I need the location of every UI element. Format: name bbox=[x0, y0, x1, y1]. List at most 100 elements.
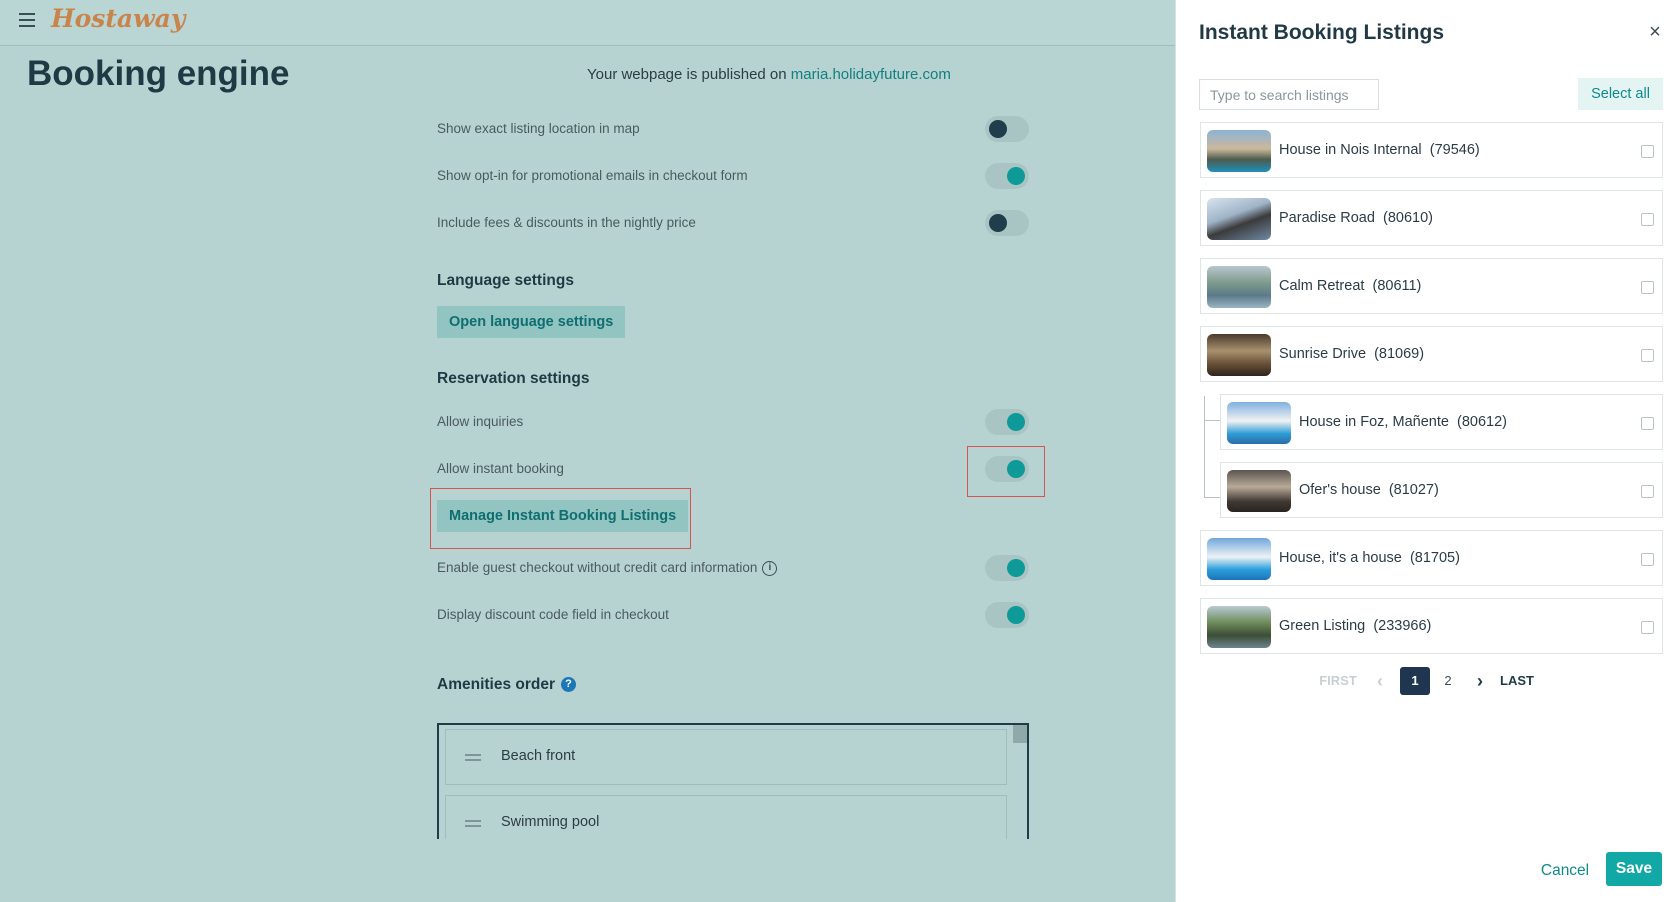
listing-row[interactable]: Green Listing (233966) bbox=[1200, 598, 1663, 654]
toggle-fees-nightly[interactable] bbox=[985, 210, 1029, 236]
instant-booking-toggle-highlight bbox=[967, 446, 1045, 497]
publish-note: Your webpage is published on maria.holid… bbox=[587, 66, 951, 83]
hostaway-logo: Hostaway bbox=[51, 4, 186, 33]
panel-title: Instant Booking Listings bbox=[1199, 21, 1444, 44]
pagination-prev-icon[interactable]: ‹ bbox=[1373, 667, 1387, 695]
listing-checkbox[interactable] bbox=[1641, 553, 1654, 566]
select-all-button[interactable]: Select all bbox=[1578, 78, 1663, 110]
toggle-knob bbox=[1007, 606, 1025, 624]
amenity-label: Beach front bbox=[501, 748, 576, 764]
toggle-knob bbox=[1007, 167, 1025, 185]
setting-label: Allow inquiries bbox=[437, 414, 524, 429]
listing-thumbnail bbox=[1207, 266, 1271, 308]
listing-name: House in Nois Internal (79546) bbox=[1279, 142, 1480, 158]
reservation-settings-title: Reservation settings bbox=[437, 370, 590, 387]
setting-row-exact-location: Show exact listing location in map bbox=[437, 116, 1029, 142]
listing-thumbnail bbox=[1207, 606, 1271, 648]
child-listing-row[interactable]: House in Foz, Mañente (80612) bbox=[1220, 394, 1663, 450]
help-icon[interactable]: ? bbox=[561, 677, 577, 693]
listing-row[interactable]: Sunrise Drive (81069) bbox=[1200, 326, 1663, 382]
listing-name: Green Listing (233966) bbox=[1279, 618, 1432, 634]
toggle-knob bbox=[989, 120, 1007, 138]
pagination-page-2[interactable]: 2 bbox=[1438, 667, 1458, 695]
setting-label: Show exact listing location in map bbox=[437, 121, 640, 136]
listing-checkbox[interactable] bbox=[1641, 485, 1654, 498]
listing-row[interactable]: Paradise Road (80610) bbox=[1200, 190, 1663, 246]
amenities-list: Beach front Swimming pool bbox=[437, 723, 1029, 839]
setting-label: Enable guest checkout without credit car… bbox=[437, 560, 778, 576]
listing-name: Ofer's house (81027) bbox=[1299, 482, 1439, 498]
listing-thumbnail bbox=[1227, 470, 1291, 512]
amenities-scrollbar[interactable] bbox=[1013, 725, 1027, 743]
listing-thumbnail bbox=[1207, 130, 1271, 172]
setting-row-fees-nightly: Include fees & discounts in the nightly … bbox=[437, 210, 1029, 236]
drag-handle-icon[interactable] bbox=[465, 754, 481, 761]
listing-thumbnail bbox=[1207, 198, 1271, 240]
listing-checkbox[interactable] bbox=[1641, 145, 1654, 158]
pagination: FIRST ‹ 1 2 › LAST bbox=[1318, 667, 1548, 695]
toggle-promo-optin[interactable] bbox=[985, 163, 1029, 189]
manage-button-highlight bbox=[430, 488, 691, 549]
pagination-page-1[interactable]: 1 bbox=[1400, 667, 1430, 695]
search-listings-input[interactable] bbox=[1199, 79, 1379, 110]
toggle-discount-code[interactable] bbox=[985, 602, 1029, 628]
listing-thumbnail bbox=[1207, 538, 1271, 580]
listing-name: House in Foz, Mañente (80612) bbox=[1299, 414, 1507, 430]
child-listing-row[interactable]: Ofer's house (81027) bbox=[1220, 462, 1663, 518]
booking-engine-page: Hostaway Booking engine Your webpage is … bbox=[0, 0, 1175, 902]
toggle-exact-location[interactable] bbox=[985, 116, 1029, 142]
top-bar: Hostaway bbox=[0, 0, 1175, 46]
amenities-order-title: Amenities order? bbox=[437, 676, 577, 694]
pagination-last[interactable]: LAST bbox=[1499, 667, 1535, 695]
save-button[interactable]: Save bbox=[1606, 852, 1662, 886]
drag-handle-icon[interactable] bbox=[465, 820, 481, 827]
listing-checkbox[interactable] bbox=[1641, 621, 1654, 634]
listing-checkbox[interactable] bbox=[1641, 281, 1654, 294]
toggle-guest-checkout[interactable] bbox=[985, 555, 1029, 581]
listing-name: Sunrise Drive (81069) bbox=[1279, 346, 1425, 362]
tree-connector bbox=[1204, 497, 1220, 498]
listing-thumbnail bbox=[1227, 402, 1291, 444]
info-icon[interactable]: i bbox=[762, 560, 778, 576]
toggle-knob bbox=[1007, 559, 1025, 577]
amenity-item[interactable]: Swimming pool bbox=[445, 795, 1007, 839]
publish-prefix: Your webpage is published on bbox=[587, 66, 787, 83]
guest-checkout-label: Enable guest checkout without credit car… bbox=[437, 560, 758, 575]
amenity-label: Swimming pool bbox=[501, 814, 600, 830]
amenity-item[interactable]: Beach front bbox=[445, 729, 1007, 785]
pagination-first[interactable]: FIRST bbox=[1318, 667, 1358, 695]
setting-row-discount-code: Display discount code field in checkout bbox=[437, 602, 1029, 628]
amenities-title-text: Amenities order bbox=[437, 676, 556, 693]
language-settings-title: Language settings bbox=[437, 272, 574, 289]
published-site-link[interactable]: maria.holidayfuture.com bbox=[791, 66, 951, 83]
tree-connector bbox=[1204, 420, 1220, 421]
toggle-allow-inquiries[interactable] bbox=[985, 409, 1029, 435]
toggle-knob bbox=[989, 214, 1007, 232]
toggle-knob bbox=[1007, 413, 1025, 431]
pagination-next-icon[interactable]: › bbox=[1473, 667, 1487, 695]
listing-name: Paradise Road (80610) bbox=[1279, 210, 1433, 226]
listing-checkbox[interactable] bbox=[1641, 349, 1654, 362]
listing-name: Calm Retreat (80611) bbox=[1279, 278, 1422, 294]
setting-row-allow-instant-booking: Allow instant booking bbox=[437, 456, 1029, 482]
open-language-settings-button[interactable]: Open language settings bbox=[437, 306, 626, 338]
cancel-button[interactable]: Cancel bbox=[1537, 855, 1593, 887]
listing-name: House, it's a house (81705) bbox=[1279, 550, 1460, 566]
close-icon[interactable]: × bbox=[1646, 22, 1664, 42]
tree-connector bbox=[1204, 396, 1205, 498]
setting-label: Display discount code field in checkout bbox=[437, 607, 669, 622]
listing-thumbnail bbox=[1207, 334, 1271, 376]
setting-label: Allow instant booking bbox=[437, 461, 564, 476]
hamburger-menu-icon[interactable] bbox=[19, 13, 35, 27]
setting-row-allow-inquiries: Allow inquiries bbox=[437, 409, 1029, 435]
setting-label: Include fees & discounts in the nightly … bbox=[437, 215, 696, 230]
listing-row[interactable]: House, it's a house (81705) bbox=[1200, 530, 1663, 586]
listing-row[interactable]: House in Nois Internal (79546) bbox=[1200, 122, 1663, 178]
setting-row-promo-optin: Show opt-in for promotional emails in ch… bbox=[437, 163, 1029, 189]
setting-label: Show opt-in for promotional emails in ch… bbox=[437, 168, 748, 183]
listing-row[interactable]: Calm Retreat (80611) bbox=[1200, 258, 1663, 314]
page-title: Booking engine bbox=[27, 54, 290, 93]
setting-row-guest-checkout: Enable guest checkout without credit car… bbox=[437, 555, 1029, 581]
listing-checkbox[interactable] bbox=[1641, 417, 1654, 430]
listing-checkbox[interactable] bbox=[1641, 213, 1654, 226]
